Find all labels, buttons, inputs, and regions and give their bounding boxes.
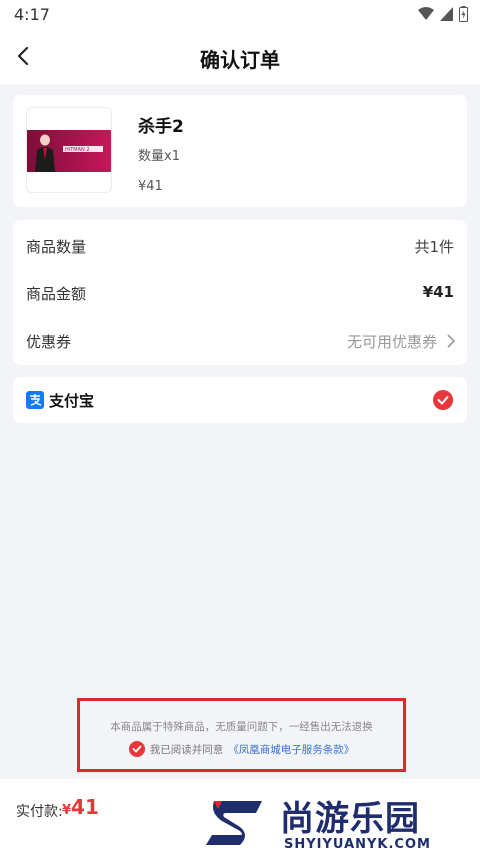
watermark: 尚游乐园 SHYIYUANYK.COM: [200, 785, 480, 861]
watermark-logo-icon: [206, 801, 262, 845]
page-title: 确认订单: [200, 48, 280, 72]
total-currency: ¥: [62, 803, 72, 818]
nav-bar: 确认订单: [0, 28, 480, 84]
product-name: 杀手2: [138, 117, 184, 137]
product-thumbnail: HITMAN 2: [26, 107, 112, 193]
payment-selected-check-icon[interactable]: [433, 390, 453, 410]
status-icons: [418, 6, 468, 22]
order-summary-card: 商品数量 共1件 商品金额 ¥41 优惠券 无可用优惠券: [13, 220, 467, 365]
status-bar: 4:17: [0, 0, 480, 28]
coupon-label: 优惠券: [26, 333, 72, 351]
product-card: HITMAN 2 杀手2 数量x1 ¥41: [13, 95, 467, 207]
watermark-domain: SHYIYUANYK.COM: [284, 837, 431, 852]
quantity-label: 商品数量: [26, 238, 87, 256]
payment-method-alipay[interactable]: 支付宝: [13, 377, 467, 423]
thumb-text: HITMAN 2: [65, 147, 90, 153]
agree-text: 我已阅读并同意: [149, 743, 224, 756]
total-amount: ¥41: [62, 795, 99, 819]
agree-check-icon[interactable]: [128, 741, 145, 757]
hitman-cover-image: HITMAN 2: [27, 130, 111, 172]
chevron-right-icon: [447, 334, 456, 348]
total-label: 实付款:: [16, 804, 63, 820]
quantity-row: 商品数量 共1件: [13, 223, 467, 267]
amount-value: ¥41: [422, 283, 454, 301]
no-refund-notice: 本商品属于特殊商品，无质量问题下，一经售出无法退换: [110, 721, 373, 733]
battery-icon: [459, 6, 468, 22]
amount-row: 商品金额 ¥41: [13, 270, 467, 314]
agree-terms-row: 我已阅读并同意 《凤凰商城电子服务条款》: [80, 741, 403, 757]
wifi-icon: [418, 7, 434, 20]
amount-label: 商品金额: [26, 285, 87, 303]
total-value: 41: [71, 795, 99, 819]
coupon-row[interactable]: 优惠券 无可用优惠券: [13, 318, 467, 362]
product-price: ¥41: [138, 179, 163, 194]
quantity-value: 共1件: [414, 238, 454, 256]
status-time: 4:17: [14, 5, 50, 24]
watermark-brand: 尚游乐园: [280, 799, 420, 839]
product-quantity: 数量x1: [138, 149, 180, 164]
payment-method-label: 支付宝: [49, 392, 95, 410]
terms-link[interactable]: 《凤凰商城电子服务条款》: [228, 742, 354, 757]
signal-icon: [440, 7, 453, 21]
alipay-icon: [26, 391, 44, 409]
coupon-value: 无可用优惠券: [346, 333, 437, 351]
terms-notice: 本商品属于特殊商品，无质量问题下，一经售出无法退换 我已阅读并同意 《凤凰商城电…: [77, 698, 406, 772]
